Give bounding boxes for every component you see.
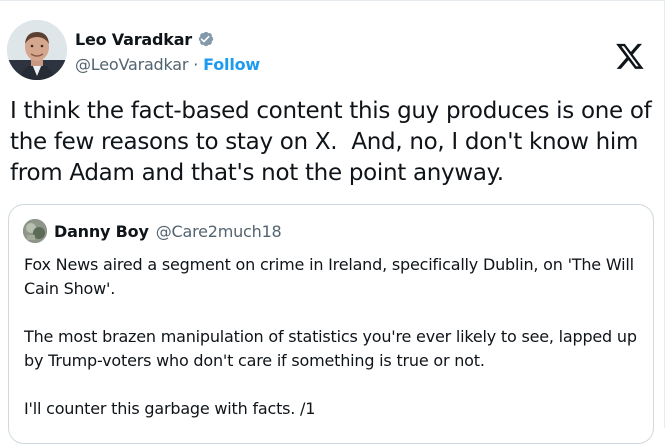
x-logo-icon[interactable] — [615, 41, 645, 71]
author-name-row: Leo Varadkar — [75, 28, 260, 50]
quoted-paragraph: The most brazen manipulation of statisti… — [24, 327, 637, 370]
separator-dot: · — [193, 55, 199, 74]
quoted-tweet-text: Fox News aired a segment on crime in Ire… — [24, 253, 644, 421]
author-avatar[interactable] — [7, 20, 67, 80]
quoted-tweet-header: Danny Boy @Care2much18 — [23, 218, 282, 244]
author-info: Leo Varadkar @LeoVaradkar · Follow — [75, 28, 260, 75]
quoted-author-name[interactable]: Danny Boy — [54, 222, 149, 241]
quoted-tweet[interactable]: Danny Boy @Care2much18 Fox News aired a … — [8, 204, 654, 444]
tweet-embed-card: Leo Varadkar @LeoVaradkar · Follow I thi… — [0, 0, 665, 444]
author-name[interactable]: Leo Varadkar — [75, 30, 192, 49]
follow-button[interactable]: Follow — [203, 55, 260, 74]
quoted-author-avatar[interactable] — [23, 219, 47, 243]
verified-badge-icon — [196, 29, 216, 49]
quoted-paragraph: I'll counter this garbage with facts. /1 — [24, 399, 316, 418]
quoted-author-handle[interactable]: @Care2much18 — [156, 222, 282, 241]
tweet-header: Leo Varadkar @LeoVaradkar · Follow — [7, 20, 657, 82]
quoted-paragraph: Fox News aired a segment on crime in Ire… — [24, 255, 634, 298]
handle-row: @LeoVaradkar · Follow — [75, 55, 260, 74]
author-handle[interactable]: @LeoVaradkar — [75, 55, 188, 74]
tweet-text: I think the fact-based content this guy … — [10, 98, 659, 186]
